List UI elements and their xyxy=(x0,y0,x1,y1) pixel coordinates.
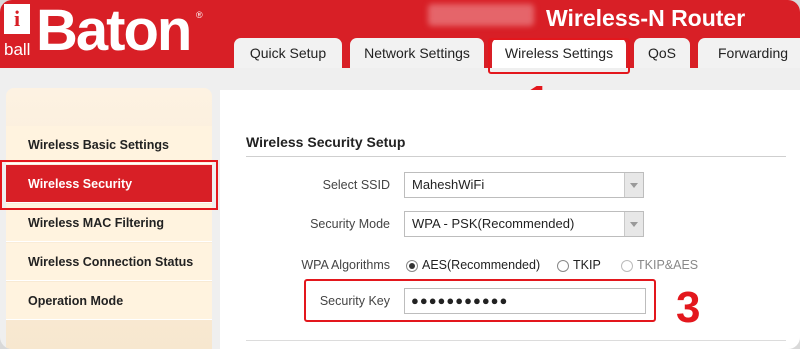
wpa-algorithms-label: WPA Algorithms xyxy=(301,258,390,272)
logo-i-mark: i xyxy=(4,4,30,34)
ssid-select-value: MaheshWiFi xyxy=(412,177,485,192)
sidebar-item-operation-mode[interactable]: Operation Mode xyxy=(6,282,212,320)
callout-box-security-key xyxy=(304,279,656,322)
ssid-select[interactable]: MaheshWiFi xyxy=(404,172,644,198)
section-divider xyxy=(246,156,786,157)
header-bar: i ball Baton ® Wireless-N Router Quick S… xyxy=(0,0,800,68)
iball-logo: i ball xyxy=(4,4,32,62)
baton-logo-text: Baton xyxy=(36,0,192,63)
product-name: Wireless-N Router xyxy=(546,5,746,31)
ssid-label: Select SSID xyxy=(322,178,390,192)
sidebar-item-wireless-basic-settings[interactable]: Wireless Basic Settings xyxy=(6,126,212,164)
radio-aes[interactable] xyxy=(406,260,418,272)
sidebar: Wireless Basic Settings Wireless Securit… xyxy=(6,88,212,349)
logo-ball-text: ball xyxy=(4,40,31,59)
radio-tkip-label: TKIP xyxy=(573,258,601,272)
blurred-redaction xyxy=(428,4,534,26)
radio-tkip-aes[interactable] xyxy=(621,260,633,272)
callout-box-wireless-settings xyxy=(488,38,630,74)
security-mode-select[interactable]: WPA - PSK(Recommended) xyxy=(404,211,644,237)
radio-tkip-aes-label: TKIP&AES xyxy=(637,258,699,272)
security-mode-label: Security Mode xyxy=(310,217,390,231)
security-mode-value: WPA - PSK(Recommended) xyxy=(412,216,575,231)
step-number-3: 3 xyxy=(676,283,701,332)
bottom-divider xyxy=(246,340,786,341)
tab-quick-setup[interactable]: Quick Setup xyxy=(234,38,342,68)
registered-mark: ® xyxy=(196,10,203,20)
tab-qos[interactable]: QoS xyxy=(634,38,690,68)
tab-network-settings[interactable]: Network Settings xyxy=(350,38,484,68)
chevron-down-icon xyxy=(624,212,643,236)
router-admin-page: i ball Baton ® Wireless-N Router Quick S… xyxy=(0,0,800,349)
radio-tkip[interactable] xyxy=(557,260,569,272)
main-content: Wireless Security Setup Select SSID Mahe… xyxy=(220,90,800,349)
callout-box-wireless-security xyxy=(0,160,218,210)
chevron-down-icon xyxy=(624,173,643,197)
section-title: Wireless Security Setup xyxy=(246,134,406,150)
tab-forwarding[interactable]: Forwarding xyxy=(698,38,800,68)
radio-aes-label: AES(Recommended) xyxy=(422,258,541,272)
sidebar-item-wireless-connection-status[interactable]: Wireless Connection Status xyxy=(6,243,212,281)
